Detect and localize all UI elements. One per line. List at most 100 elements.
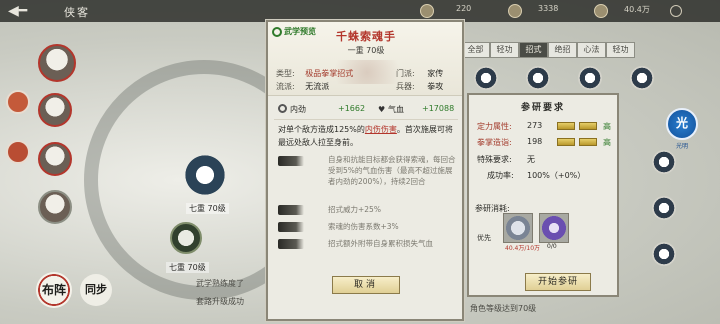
effect-text-4: 招式额外附带自身累积损失气血 [328, 239, 433, 248]
sync-button[interactable]: 同步 [80, 274, 112, 306]
top-bar: ◀━ 侠客 220 3338 40.4万 [0, 0, 720, 22]
school-label: 流派: [276, 82, 295, 91]
header-tag: 武学预览 [272, 26, 316, 37]
panel-header: 武学预览 千蛛索魂手 一重 70级 类型: 极品拳掌招式 流派: 无流派 门派:… [268, 22, 462, 96]
light-button-caption: 光明 [675, 143, 688, 150]
inner-force-icon [278, 104, 287, 113]
effect-text-3: 索魂的伤害系数+3% [328, 222, 399, 231]
requirements-title: 参研要求 [520, 103, 565, 113]
req3-label: 特殊要求: [477, 155, 512, 164]
stat2-label: 气血 [388, 105, 404, 114]
tab-qinggong[interactable]: 轻功 [490, 42, 519, 58]
school-row: 流派: 无流派 [276, 81, 329, 92]
resource-count-1: 220 [456, 4, 472, 13]
scene-bottom-text-a: 武学熟练度了 [196, 279, 244, 288]
back-button[interactable]: ◀━ [8, 3, 54, 19]
research-requirements-panel: 参研要求 定力属性: 273 高 拳掌造诣: 198 高 特殊要求: 无 成功率… [467, 93, 619, 297]
character-avatar-1[interactable] [38, 44, 76, 82]
resource-count-2: 3338 [538, 4, 559, 13]
seal-icon [6, 90, 30, 114]
sect-label: 门派: [396, 69, 415, 78]
char-level-label-b: 七重 70级 [166, 262, 209, 273]
weapon-value: 拳攻 [427, 82, 444, 91]
req2-label: 拳掌造诣: [477, 138, 512, 147]
formation-button[interactable]: 布阵 [36, 272, 72, 308]
req1-grade: 高 [603, 122, 611, 131]
desc-link[interactable]: 内伤伤害 [365, 125, 397, 134]
light-button-label: 光 [675, 116, 688, 130]
start-research-button[interactable]: 开始参研 [525, 273, 591, 291]
scene-bottom-text-c: 套路升级成功 [196, 297, 244, 306]
stat2-value: +17088 [422, 104, 455, 113]
req2-grade: 高 [603, 138, 611, 147]
coin-item-icon[interactable] [503, 213, 533, 243]
req2-bar-a [557, 138, 575, 146]
magnifier-icon [272, 26, 282, 37]
type-value: 极品拳掌招式 [305, 69, 354, 78]
skill-description: 对单个敌方造成125%的内伤伤害。首次施展可将最远处敌人拉至身前。 [278, 123, 454, 149]
skill-slot-icon-6[interactable] [652, 196, 676, 220]
effect-text-1: 自身和抗能目标都会获得索魂，每回合受到5%的气血伤害（最高不超过施展者内劲的20… [328, 155, 456, 186]
effect-text-2: 招式威力+25% [328, 205, 381, 214]
stat1-value: +1662 [338, 104, 366, 113]
header-tag-label: 武学预览 [284, 27, 316, 36]
item-prefix: 优先 [477, 234, 491, 242]
req3-value: 无 [527, 155, 535, 164]
tab-all[interactable]: 全部 [461, 42, 490, 58]
req1-bar-a [557, 122, 575, 130]
tab-qinggong-2[interactable]: 轻功 [606, 42, 635, 58]
tab-juezhao[interactable]: 绝招 [548, 42, 577, 58]
weapon-row: 兵器: 拳攻 [396, 81, 443, 92]
crystal-item-icon[interactable] [539, 213, 569, 243]
character-avatar-5[interactable] [170, 222, 202, 254]
effect-brush-icon-4 [278, 239, 304, 249]
add-icon[interactable] [670, 5, 682, 17]
character-avatar-4[interactable] [38, 190, 72, 224]
skill-slot-icon-5[interactable] [652, 150, 676, 174]
jade-icon [508, 4, 522, 18]
tab-xinfa[interactable]: 心法 [577, 42, 606, 58]
effect-brush-icon-1 [278, 156, 304, 166]
light-side-button[interactable]: 光 [666, 108, 698, 140]
page-title: 侠客 [64, 6, 90, 19]
char-level-label-a: 七重 70级 [186, 203, 229, 214]
heart-icon: ♥ [378, 105, 386, 114]
scene-bottom-text-b: 角色等级达到70级 [470, 304, 537, 313]
skill-slot-icon-2[interactable] [526, 66, 550, 90]
sect-value: 家传 [427, 69, 444, 78]
req4-value: 100%（+0%） [527, 171, 586, 180]
stats-row: 内劲 +1662 ♥ 气血 +17088 [274, 102, 458, 120]
seal-icon-2 [6, 140, 30, 164]
item1-count: 40.4万/10万 [505, 245, 541, 252]
skill-slot-icon-7[interactable] [652, 242, 676, 266]
effect-brush-icon-3 [278, 222, 304, 232]
desc-prefix: 对单个敌方造成125%的 [278, 125, 365, 134]
skill-level: 一重 70级 [347, 46, 385, 55]
skill-slot-icon-1[interactable] [474, 66, 498, 90]
skill-slot-icon-4[interactable] [630, 66, 654, 90]
cancel-button[interactable]: 取消 [332, 276, 400, 294]
tab-zhaoshi[interactable]: 招式 [519, 42, 548, 58]
sect-row: 门派: 家传 [396, 68, 443, 79]
coin-icon [594, 4, 608, 18]
skill-name: 千蛛索魂手 [336, 30, 396, 43]
skill-emblem-icon [180, 150, 230, 200]
resource-count-3: 40.4万 [624, 5, 650, 14]
item2-count: 0/0 [547, 243, 557, 250]
skill-preview-panel: 武学预览 千蛛索魂手 一重 70级 类型: 极品拳掌招式 流派: 无流派 门派:… [266, 20, 464, 321]
req2-value: 198 [527, 137, 543, 146]
weapon-label: 兵器: [396, 82, 415, 91]
effect-brush-icon-2 [278, 205, 304, 215]
req1-bar-b [579, 122, 597, 130]
character-avatar-3[interactable] [38, 142, 72, 176]
type-row: 类型: 极品拳掌招式 [276, 68, 353, 79]
req2-bar-b [579, 138, 597, 146]
req1-label: 定力属性: [477, 122, 512, 131]
req1-value: 273 [527, 121, 543, 130]
req4-label: 成功率: [487, 171, 514, 180]
school-value: 无流派 [305, 82, 330, 91]
skill-slot-icon-3[interactable] [578, 66, 602, 90]
character-avatar-2[interactable] [38, 93, 72, 127]
stat1-label: 内劲 [290, 105, 306, 114]
type-label: 类型: [276, 69, 295, 78]
